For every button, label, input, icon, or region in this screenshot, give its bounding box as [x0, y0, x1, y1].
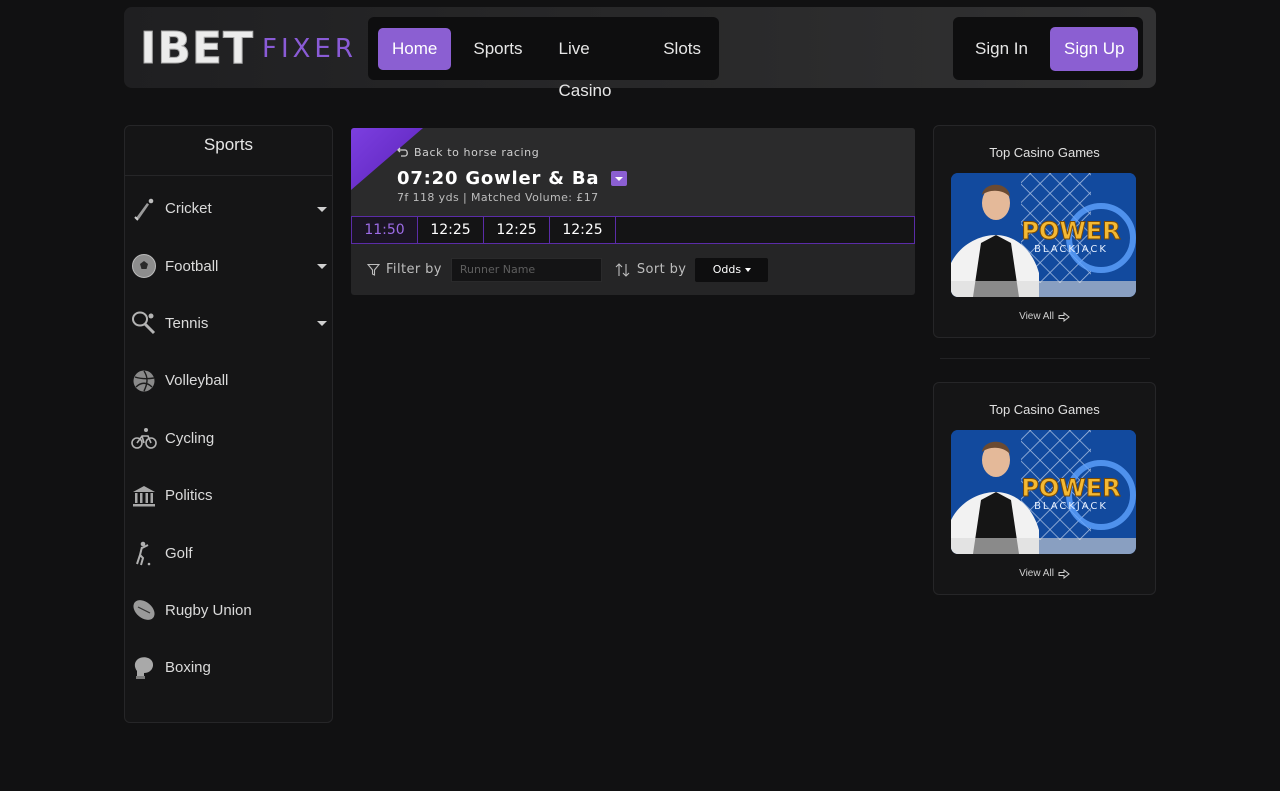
view-all-link[interactable]: View All [934, 568, 1155, 579]
sidebar-item-label: Football [165, 257, 219, 275]
back-link[interactable]: Back to horse racing [397, 146, 539, 159]
sort-group: Sort by Odds [615, 257, 769, 282]
arrow-right-icon [1058, 311, 1070, 322]
sort-select-value: Odds [712, 263, 742, 276]
sidebar-title: Sports [125, 126, 332, 176]
game-title-line2: BLACKJACK [1034, 501, 1108, 512]
event-title: 07:20 Gowler & Ba [397, 168, 628, 189]
sidebar-item-label: Boxing [165, 659, 211, 677]
game-thumbnail-power-blackjack[interactable]: POWER BLACKJACK [951, 430, 1136, 554]
chevron-down-icon[interactable] [317, 321, 327, 327]
auth-group: Sign In Sign Up [953, 17, 1143, 80]
sidebar-item-label: Cycling [165, 429, 215, 447]
sport-list: Cricket Football Tennis Volleyball Cycli… [125, 180, 332, 697]
sports-sidebar: Sports Cricket Football Tennis Volleybal… [124, 125, 333, 723]
view-all-label: View All [1019, 568, 1054, 579]
sidebar-item-tennis[interactable]: Tennis [125, 295, 332, 352]
race-time-tab[interactable]: 12:25 [418, 217, 484, 243]
sidebar-item-politics[interactable]: Politics [125, 467, 332, 524]
filter-label: Filter by [386, 262, 442, 277]
chevron-down-icon[interactable] [317, 264, 327, 270]
back-arrow-icon [397, 147, 408, 157]
sort-icon [615, 262, 630, 277]
tennis-icon [131, 310, 157, 336]
sort-label: Sort by [636, 262, 687, 277]
sign-in-button[interactable]: Sign In [975, 39, 1050, 59]
game-thumbnail-power-blackjack[interactable]: POWER BLACKJACK [951, 173, 1136, 297]
politics-icon [131, 483, 157, 509]
volleyball-icon [131, 368, 157, 394]
cycling-icon [131, 425, 157, 451]
event-dropdown-button[interactable] [611, 171, 628, 186]
sidebar-item-cycling[interactable]: Cycling [125, 410, 332, 467]
race-times-row: 11:50 12:25 12:25 12:25 [351, 216, 915, 244]
sidebar-item-label: Politics [165, 487, 213, 505]
event-meta: 7f 118 yds | Matched Volume: £17 [397, 191, 599, 204]
race-time-tab[interactable]: 12:25 [550, 217, 616, 243]
sidebar-item-label: Golf [165, 544, 193, 562]
boxing-icon [131, 655, 157, 681]
nav-home[interactable]: Home [378, 27, 452, 70]
chevron-down-icon[interactable] [317, 206, 327, 212]
sidebar-item-golf[interactable]: Golf [125, 524, 332, 581]
race-time-tab[interactable]: 12:25 [484, 217, 550, 243]
event-panel: Back to horse racing 07:20 Gowler & Ba 7… [351, 128, 915, 295]
nav-sports[interactable]: Sports [455, 28, 540, 70]
sidebar-item-volleyball[interactable]: Volleyball [125, 352, 332, 409]
logo-sub-text: FIXER [261, 34, 357, 64]
sidebar-item-label: Rugby Union [165, 601, 252, 619]
sidebar-item-football[interactable]: Football [125, 237, 332, 294]
main-nav: Home Sports Live Casino Slots [368, 17, 719, 100]
site-logo[interactable]: IBET FIXER [140, 23, 357, 74]
back-link-label: Back to horse racing [414, 146, 540, 159]
runner-name-input[interactable] [450, 257, 602, 282]
arrow-right-icon [1058, 568, 1070, 579]
card-divider [940, 358, 1150, 359]
casino-card: Top Casino Games POWER BLACKJACK View Al… [933, 125, 1156, 338]
nav-live-casino[interactable]: Live Casino [541, 28, 646, 100]
golf-icon [131, 540, 157, 566]
event-header: Back to horse racing 07:20 Gowler & Ba 7… [351, 128, 915, 216]
card-title: Top Casino Games [989, 145, 1100, 160]
sidebar-item-cricket[interactable]: Cricket [125, 180, 332, 237]
site-header: IBET FIXER Home Sports Live Casino Slots… [124, 7, 1156, 100]
sign-up-button[interactable]: Sign Up [1050, 26, 1139, 71]
view-all-link[interactable]: View All [934, 311, 1155, 322]
game-title-line1: POWER [1021, 474, 1120, 502]
sort-select[interactable]: Odds [695, 257, 769, 282]
casino-card: Top Casino Games POWER BLACKJACK View Al… [933, 382, 1156, 595]
view-all-label: View All [1019, 311, 1054, 322]
sidebar-item-boxing[interactable]: Boxing [125, 639, 332, 696]
filter-row: Filter by Sort by Odds [351, 244, 915, 295]
football-icon [131, 253, 157, 279]
event-title-text: 07:20 Gowler & Ba [397, 168, 600, 189]
card-title: Top Casino Games [989, 402, 1100, 417]
sidebar-item-label: Volleyball [165, 372, 229, 390]
nav-slots[interactable]: Slots [645, 28, 719, 70]
rugby-icon [131, 597, 157, 623]
filter-icon [367, 263, 380, 276]
game-title-line2: BLACKJACK [1034, 244, 1108, 255]
logo-main-text: IBET [140, 23, 254, 74]
race-time-tab[interactable]: 11:50 [352, 217, 418, 243]
sidebar-item-label: Cricket [165, 200, 212, 218]
cricket-icon [131, 196, 157, 222]
sidebar-item-rugby-union[interactable]: Rugby Union [125, 582, 332, 639]
chevron-down-icon [745, 267, 752, 272]
game-title-line1: POWER [1021, 217, 1120, 245]
sidebar-item-label: Tennis [165, 314, 209, 332]
